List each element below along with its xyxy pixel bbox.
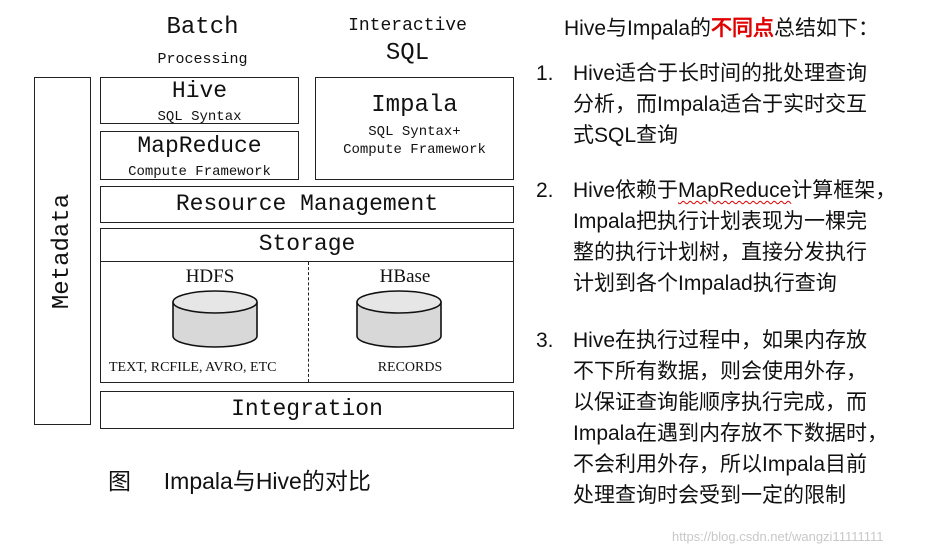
metadata-label-wrap: Metadata bbox=[34, 77, 91, 425]
item-number: 2. bbox=[536, 179, 554, 202]
hbase-database-icon bbox=[356, 290, 442, 348]
hbase-label: HBase bbox=[379, 266, 431, 287]
figure-caption: 图 Impala与Hive的对比 bbox=[108, 462, 371, 496]
item-line: 不下所有数据，则会使用外存， bbox=[573, 360, 867, 383]
integration-box: Integration bbox=[100, 391, 514, 429]
metadata-label: Metadata bbox=[49, 193, 76, 309]
summary-title-accent: 不同点 bbox=[711, 17, 775, 40]
resource-management-box: Resource Management bbox=[100, 186, 514, 223]
mapreduce-box: MapReduce Compute Framework bbox=[100, 131, 299, 180]
interactive-subtitle: SQL bbox=[385, 40, 430, 67]
hdfs-database-icon bbox=[172, 290, 258, 348]
mapreduce-underlined: MapReduce bbox=[678, 179, 792, 202]
item-number: 3. bbox=[536, 329, 554, 352]
summary-title-after: 总结如下： bbox=[774, 17, 880, 40]
mapreduce-title: MapReduce bbox=[137, 133, 262, 159]
hdfs-formats: TEXT, RCFILE, AVRO, ETC bbox=[109, 360, 277, 375]
hbase-formats: RECORDS bbox=[377, 360, 443, 375]
item-line: Impala把执行计划表现为一棵完 bbox=[573, 210, 868, 233]
integration-label: Integration bbox=[231, 396, 383, 422]
item-line: 不会利用外存，所以Impala目前 bbox=[573, 453, 868, 476]
item-line: 计划到各个Impalad执行查询 bbox=[573, 272, 837, 295]
impala-subtitle-1: SQL Syntax+ bbox=[368, 124, 461, 140]
item-line: Hive适合于长时间的批处理查询 bbox=[573, 62, 868, 85]
hive-box: Hive SQL Syntax bbox=[100, 77, 299, 124]
impala-title: Impala bbox=[371, 92, 458, 119]
item-line: 式SQL查询 bbox=[573, 124, 679, 147]
item-line-part: 计算框架， bbox=[791, 179, 897, 202]
item-line: Impala在遇到内存放不下数据时， bbox=[573, 422, 889, 445]
storage-dashed-divider bbox=[308, 262, 309, 382]
summary-title-before: Hive与Impala的 bbox=[564, 17, 712, 40]
item-line: Hive在执行过程中，如果内存放 bbox=[573, 329, 868, 352]
summary-title: Hive与Impala的不同点总结如下： bbox=[564, 12, 879, 42]
caption-prefix: 图 bbox=[108, 468, 131, 494]
item-line-part: Hive依赖于 bbox=[573, 179, 679, 202]
item-line: 整的执行计划树，直接分发执行 bbox=[573, 241, 867, 264]
item-line: 分析，而Impala适合于实时交互 bbox=[573, 93, 868, 116]
batch-title: Batch bbox=[166, 14, 239, 41]
caption-text: Impala与Hive的对比 bbox=[163, 468, 371, 494]
impala-box: Impala SQL Syntax+ Compute Framework bbox=[315, 77, 514, 180]
hdfs-label: HDFS bbox=[185, 266, 235, 287]
batch-subtitle: Processing bbox=[157, 51, 248, 68]
item-line: 处理查询时会受到一定的限制 bbox=[573, 484, 846, 507]
impala-subtitle-2: Compute Framework bbox=[343, 142, 486, 158]
item-line: Hive依赖于MapReduce计算框架， bbox=[573, 175, 938, 206]
hive-subtitle: SQL Syntax bbox=[157, 109, 242, 125]
resource-management-label: Resource Management bbox=[175, 191, 439, 217]
interactive-title: Interactive bbox=[348, 16, 467, 36]
item-number: 1. bbox=[536, 62, 554, 85]
hive-title: Hive bbox=[171, 78, 228, 104]
mapreduce-subtitle: Compute Framework bbox=[128, 164, 271, 180]
storage-divider bbox=[100, 261, 514, 262]
watermark: https://blog.csdn.net/wangzi11111111 bbox=[672, 529, 884, 544]
storage-title: Storage bbox=[258, 231, 356, 257]
item-line: 以保证查询能顺序执行完成，而 bbox=[573, 391, 867, 414]
